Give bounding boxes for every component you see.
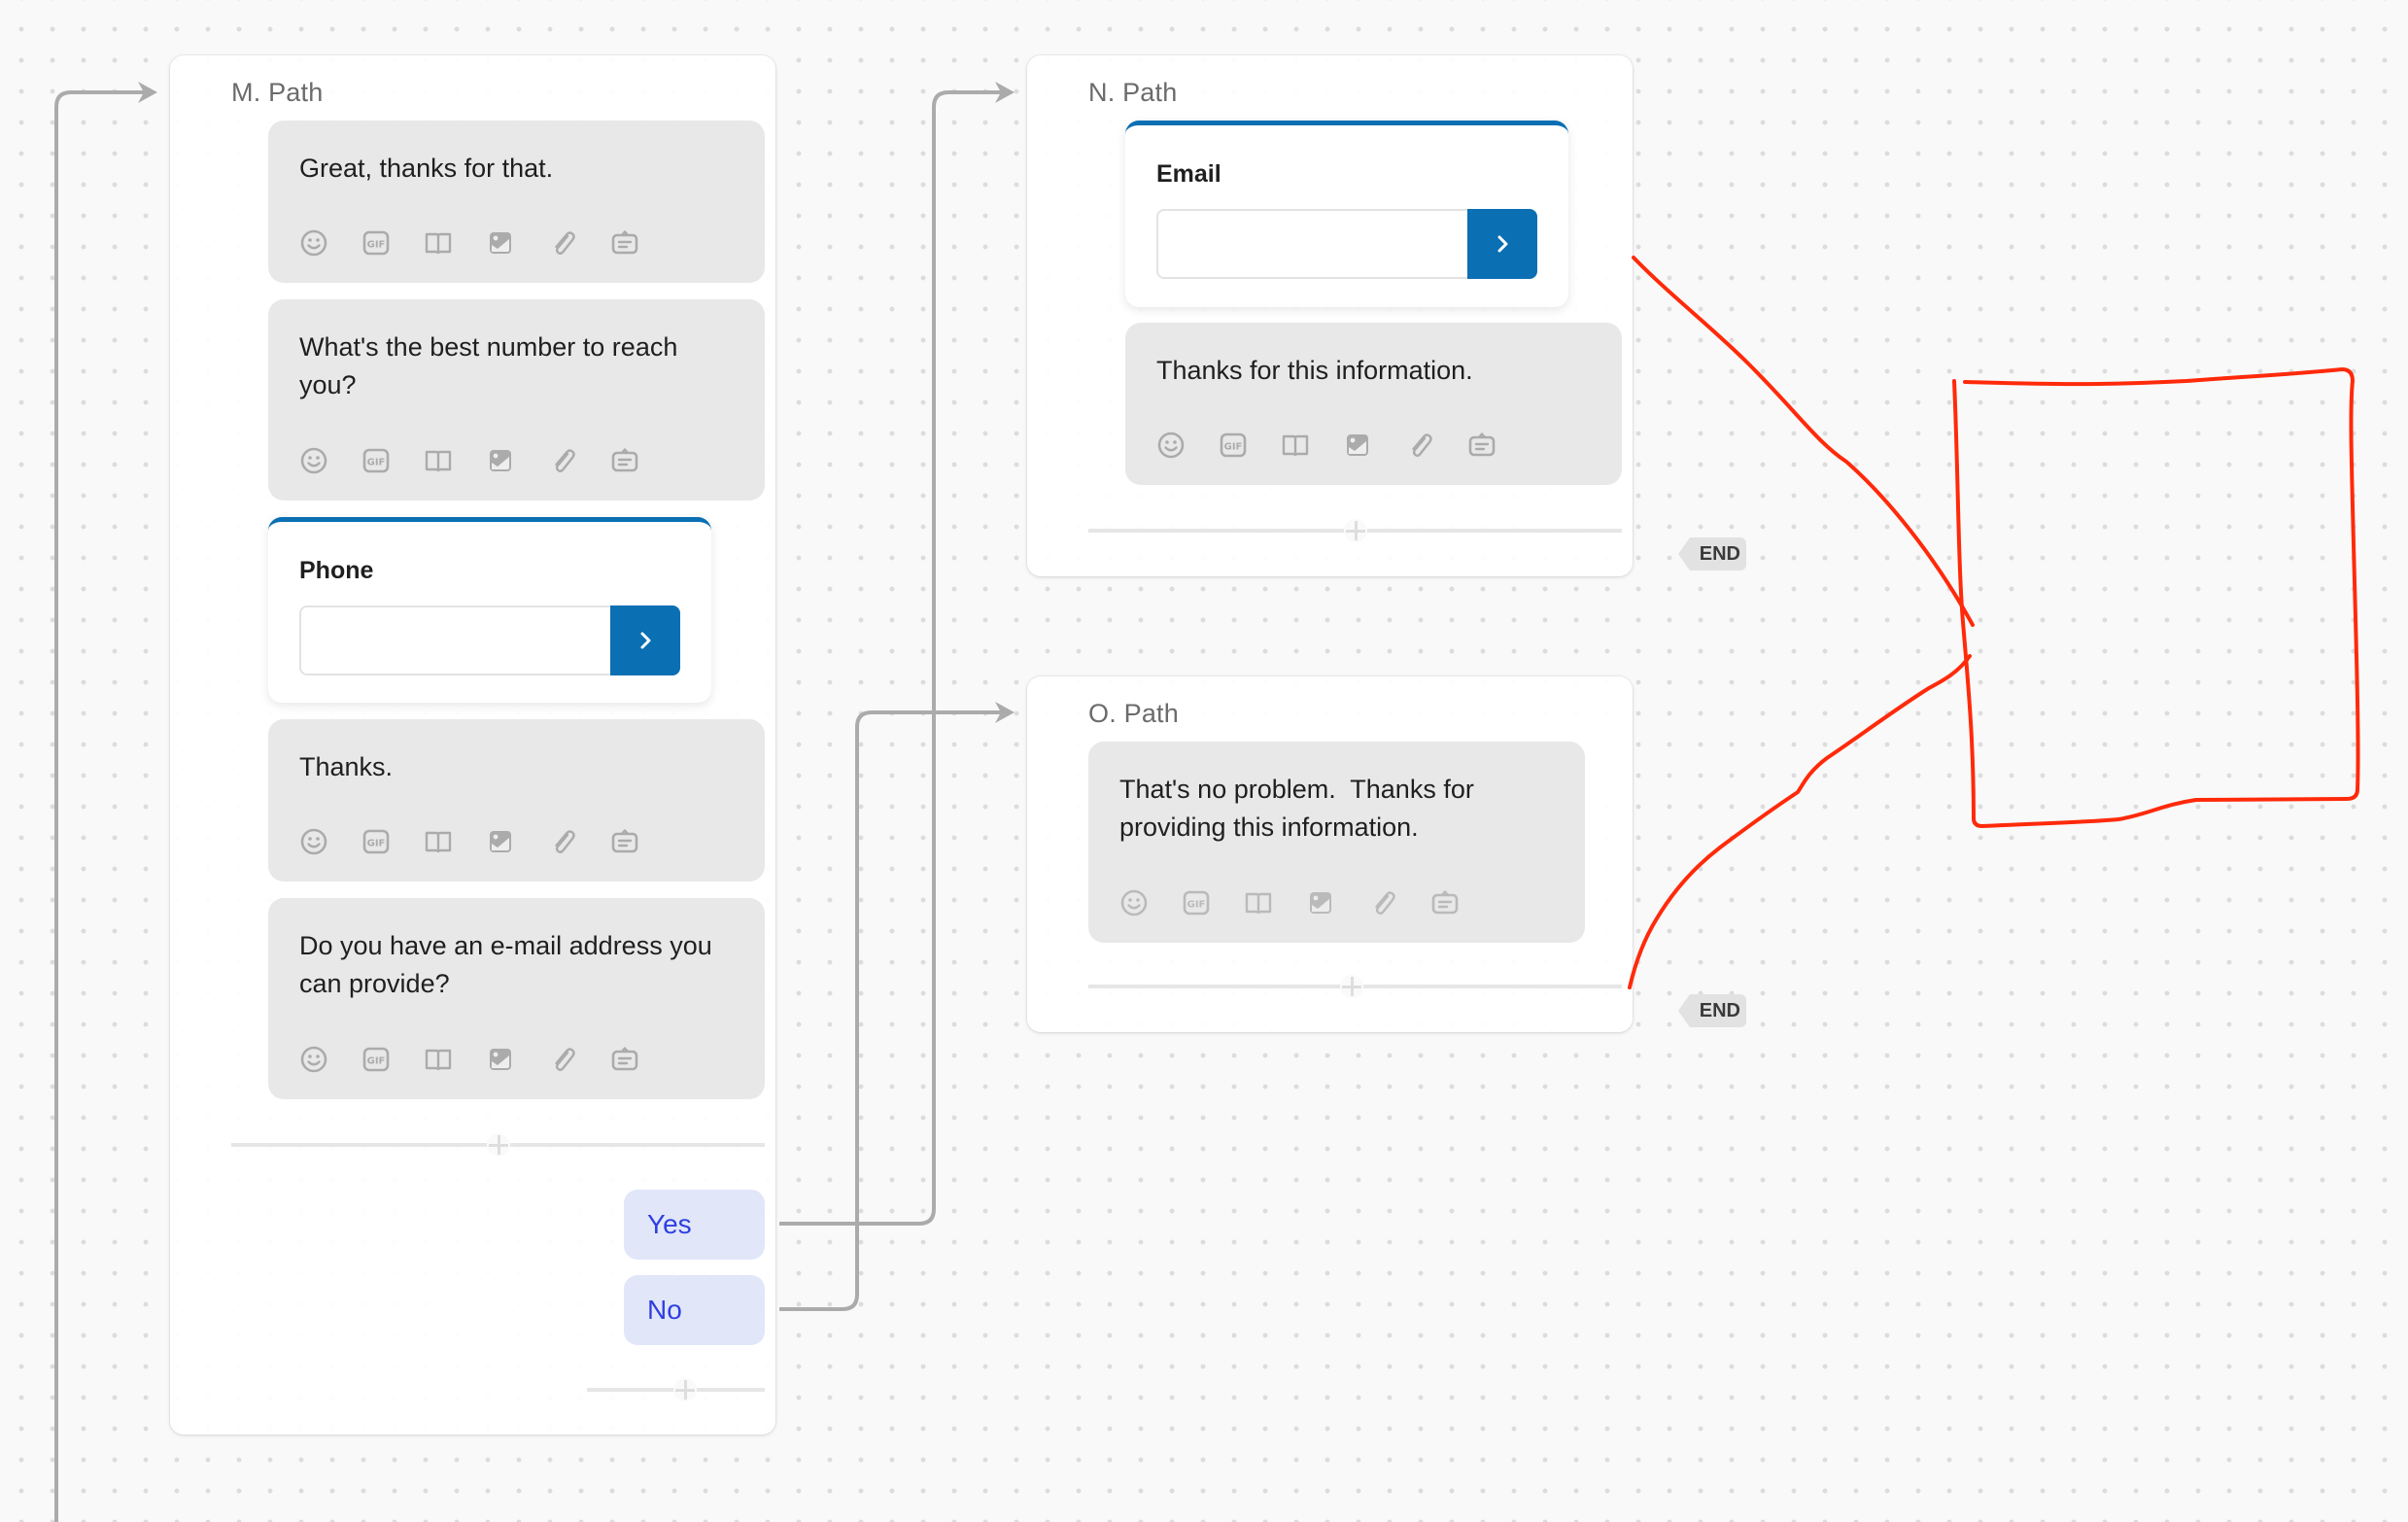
- chevron-right-icon: [1497, 235, 1508, 253]
- message-toolbar: GIF: [1119, 888, 1460, 917]
- svg-text:GIF: GIF: [367, 240, 386, 251]
- svg-text:GIF: GIF: [367, 458, 386, 468]
- svg-text:GIF: GIF: [367, 839, 386, 849]
- annotation-stroke-upper: [1632, 256, 1975, 627]
- connector-arrowhead-o: [995, 702, 1015, 723]
- add-step-plus-icon[interactable]: [487, 1133, 510, 1157]
- attachment-icon[interactable]: [548, 827, 577, 856]
- phone-input-card: Phone: [268, 517, 711, 703]
- phone-input[interactable]: [299, 605, 610, 675]
- connector-yes-to-n-path: [779, 90, 1011, 1226]
- image-icon[interactable]: [486, 228, 515, 258]
- attachment-icon[interactable]: [548, 1045, 577, 1074]
- path-card-m[interactable]: M. Path Great, thanks for that. GIF What…: [170, 55, 775, 1435]
- attachment-icon[interactable]: [1368, 888, 1397, 917]
- add-choice-plus-icon[interactable]: [673, 1378, 697, 1401]
- phone-submit-button[interactable]: [610, 605, 680, 675]
- gif-icon[interactable]: GIF: [361, 446, 391, 475]
- choice-button-no[interactable]: No: [624, 1275, 765, 1345]
- path-card-n[interactable]: N. Path Email Thanks for this informatio…: [1027, 55, 1633, 576]
- book-icon[interactable]: [1281, 431, 1310, 460]
- gif-icon[interactable]: GIF: [361, 827, 391, 856]
- book-icon[interactable]: [424, 827, 453, 856]
- message-toolbar: GIF: [299, 228, 639, 258]
- note-icon[interactable]: [610, 228, 639, 258]
- connector-arrowhead-n: [995, 82, 1015, 103]
- add-step-plus-icon[interactable]: [1340, 975, 1363, 998]
- gif-icon[interactable]: GIF: [1182, 888, 1211, 917]
- message-bubble[interactable]: Thanks. GIF: [268, 719, 765, 882]
- book-icon[interactable]: [424, 228, 453, 258]
- phone-label: Phone: [299, 557, 374, 584]
- end-badge-o: END: [1678, 994, 1746, 1027]
- emoji-icon[interactable]: [299, 1045, 328, 1074]
- gif-icon[interactable]: GIF: [361, 1045, 391, 1074]
- gif-icon[interactable]: GIF: [361, 228, 391, 258]
- email-input-card: Email: [1125, 121, 1568, 307]
- attachment-icon[interactable]: [548, 228, 577, 258]
- attachment-icon[interactable]: [1405, 431, 1434, 460]
- note-icon[interactable]: [610, 446, 639, 475]
- message-text: Thanks.: [299, 752, 394, 781]
- message-toolbar: GIF: [299, 827, 639, 856]
- svg-text:GIF: GIF: [1187, 900, 1206, 911]
- email-input[interactable]: [1156, 209, 1467, 279]
- message-bubble[interactable]: Do you have an e-mail address you can pr…: [268, 898, 765, 1099]
- message-bubble[interactable]: That's no problem. Thanks for providing …: [1088, 742, 1585, 943]
- emoji-icon[interactable]: [299, 446, 328, 475]
- image-icon[interactable]: [1306, 888, 1335, 917]
- note-icon[interactable]: [1467, 431, 1496, 460]
- svg-text:GIF: GIF: [367, 1056, 386, 1067]
- book-icon[interactable]: [424, 1045, 453, 1074]
- path-title: N. Path: [1088, 78, 1178, 107]
- message-toolbar: GIF: [1156, 431, 1496, 460]
- message-bubble[interactable]: What's the best number to reach you? GIF: [268, 299, 765, 501]
- connector-arrowhead-m: [138, 82, 157, 103]
- path-card-o[interactable]: O. Path That's no problem. Thanks for pr…: [1027, 676, 1633, 1032]
- annotation-box: [1952, 367, 2360, 828]
- image-icon[interactable]: [1343, 431, 1372, 460]
- image-icon[interactable]: [486, 446, 515, 475]
- emoji-icon[interactable]: [1156, 431, 1186, 460]
- emoji-icon[interactable]: [299, 827, 328, 856]
- email-submit-button[interactable]: [1467, 209, 1537, 279]
- message-bubble[interactable]: Great, thanks for that. GIF: [268, 121, 765, 283]
- connector-into-m-path: [54, 90, 154, 1522]
- message-text: That's no problem. Thanks for providing …: [1119, 775, 1482, 842]
- note-icon[interactable]: [610, 827, 639, 856]
- book-icon[interactable]: [424, 446, 453, 475]
- choice-button-yes[interactable]: Yes: [624, 1190, 765, 1260]
- annotation-stroke-lower: [1628, 654, 1972, 989]
- attachment-icon[interactable]: [548, 446, 577, 475]
- path-title: O. Path: [1088, 699, 1179, 728]
- message-text: Do you have an e-mail address you can pr…: [299, 931, 712, 998]
- message-text: Thanks for this information.: [1156, 356, 1473, 385]
- book-icon[interactable]: [1244, 888, 1273, 917]
- note-icon[interactable]: [1430, 888, 1460, 917]
- connector-no-to-o-path: [779, 710, 1011, 1311]
- note-icon[interactable]: [610, 1045, 639, 1074]
- image-icon[interactable]: [486, 827, 515, 856]
- message-toolbar: GIF: [299, 1045, 639, 1074]
- emoji-icon[interactable]: [299, 228, 328, 258]
- message-text: Great, thanks for that.: [299, 154, 554, 183]
- message-toolbar: GIF: [299, 446, 639, 475]
- image-icon[interactable]: [486, 1045, 515, 1074]
- gif-icon[interactable]: GIF: [1219, 431, 1248, 460]
- emoji-icon[interactable]: [1119, 888, 1149, 917]
- add-step-plus-icon[interactable]: [1344, 519, 1367, 542]
- chevron-right-icon: [640, 632, 651, 649]
- message-text: What's the best number to reach you?: [299, 332, 678, 399]
- path-title: M. Path: [231, 78, 324, 107]
- email-label: Email: [1156, 160, 1221, 188]
- svg-text:GIF: GIF: [1224, 442, 1243, 453]
- message-bubble[interactable]: Thanks for this information. GIF: [1125, 323, 1622, 485]
- end-badge-n: END: [1678, 537, 1746, 571]
